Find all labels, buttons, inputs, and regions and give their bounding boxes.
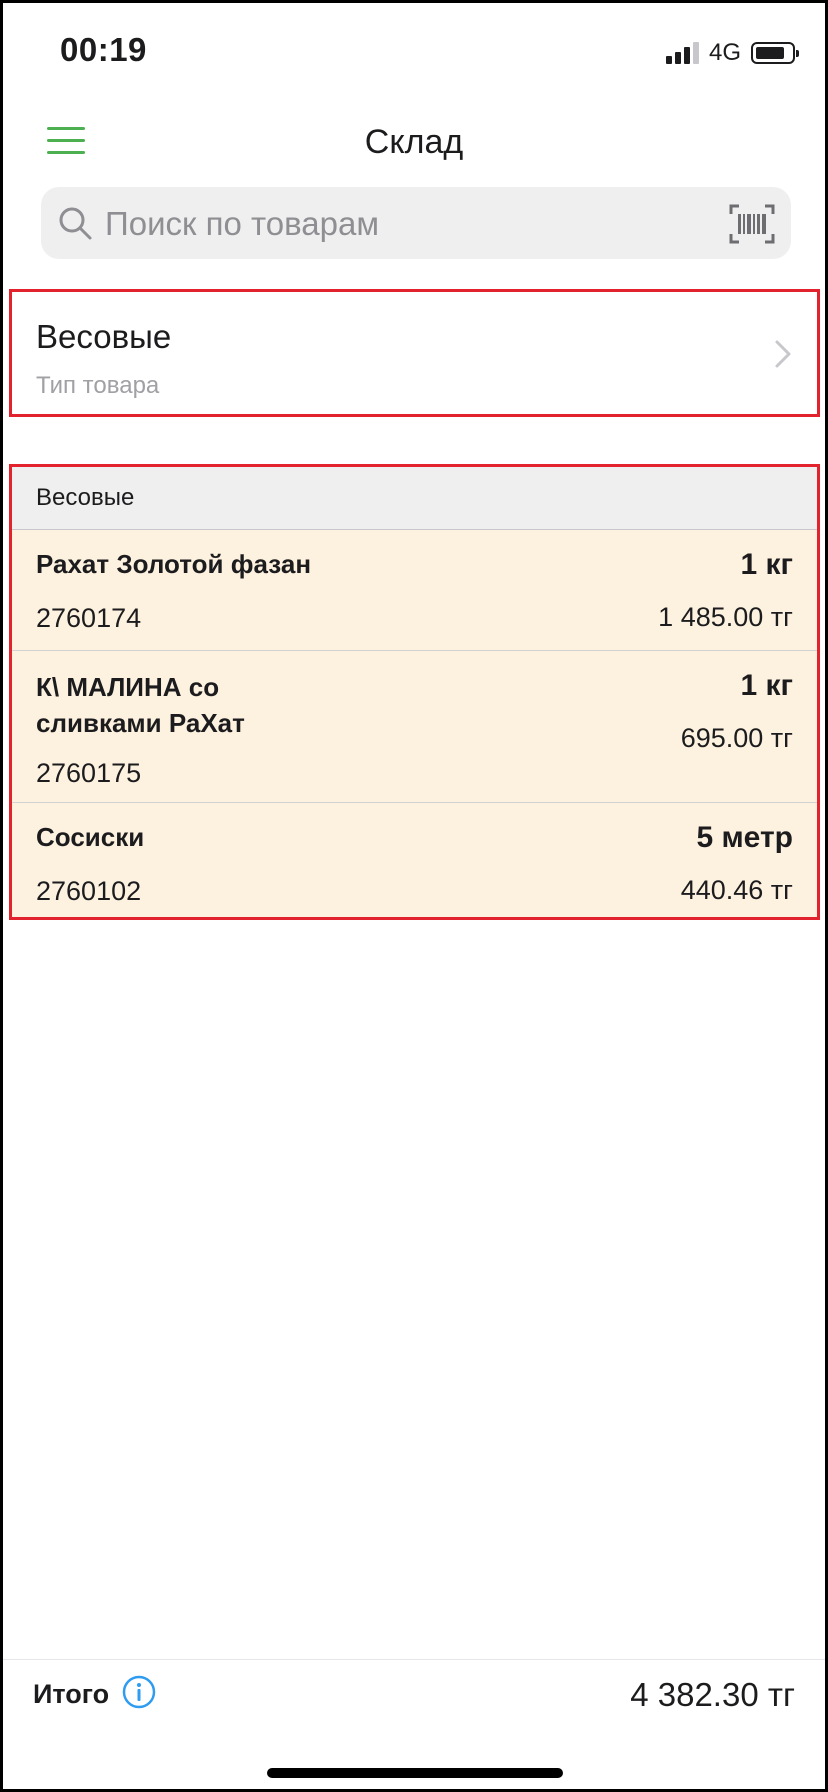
status-indicators: 4G	[665, 39, 799, 67]
search-icon	[59, 207, 92, 240]
item-code: 2760175	[36, 758, 142, 788]
search-bar[interactable]	[41, 187, 791, 259]
product-list: Рахат Золотой фазан 2760174 1 кг 1 485.0…	[12, 530, 817, 917]
barcode-scan-icon[interactable]	[729, 204, 775, 244]
item-name: Сосиски	[36, 822, 145, 852]
page-title: Склад	[364, 123, 464, 161]
product-type-row[interactable]: Весовые Тип товара	[9, 289, 820, 417]
total-value: 4 382.30 тг	[630, 1676, 795, 1713]
home-indicator	[267, 1768, 563, 1778]
list-item[interactable]: Сосиски 2760102 5 метр 440.46 тг	[12, 803, 817, 917]
item-quantity: 5 метр	[696, 821, 793, 854]
item-quantity: 1 кг	[740, 669, 793, 702]
list-item[interactable]: Рахат Золотой фазан 2760174 1 кг 1 485.0…	[12, 530, 817, 651]
item-name: К\ МАЛИНА со сливками РаХат	[36, 672, 245, 738]
battery-icon	[751, 42, 799, 64]
total-label: Итого	[33, 1679, 110, 1709]
footer-divider	[3, 1659, 825, 1660]
item-price: 440.46 тг	[680, 875, 793, 905]
item-price: 1 485.00 тг	[658, 602, 793, 632]
item-name: Рахат Золотой фазан	[36, 549, 312, 579]
list-item[interactable]: К\ МАЛИНА со сливками РаХат 2760175 1 кг…	[12, 651, 817, 803]
status-time: 00:19	[60, 31, 147, 68]
info-icon[interactable]	[122, 1675, 156, 1709]
item-quantity: 1 кг	[740, 548, 793, 581]
signal-icon	[665, 42, 699, 64]
item-price: 695.00 тг	[680, 723, 793, 753]
section-header: Весовые	[12, 467, 817, 530]
item-code: 2760102	[36, 876, 142, 906]
product-section: Весовые Рахат Золотой фазан 2760174 1 кг…	[9, 464, 820, 920]
chevron-right-icon	[775, 340, 791, 368]
network-type: 4G	[708, 39, 741, 66]
item-code: 2760174	[36, 603, 142, 633]
product-type-label: Тип товара	[36, 372, 160, 399]
product-type-value: Весовые	[36, 318, 172, 355]
screen: 00:19 4G Склад Весовые Тип товара	[3, 3, 825, 1789]
search-input[interactable]	[103, 201, 687, 247]
